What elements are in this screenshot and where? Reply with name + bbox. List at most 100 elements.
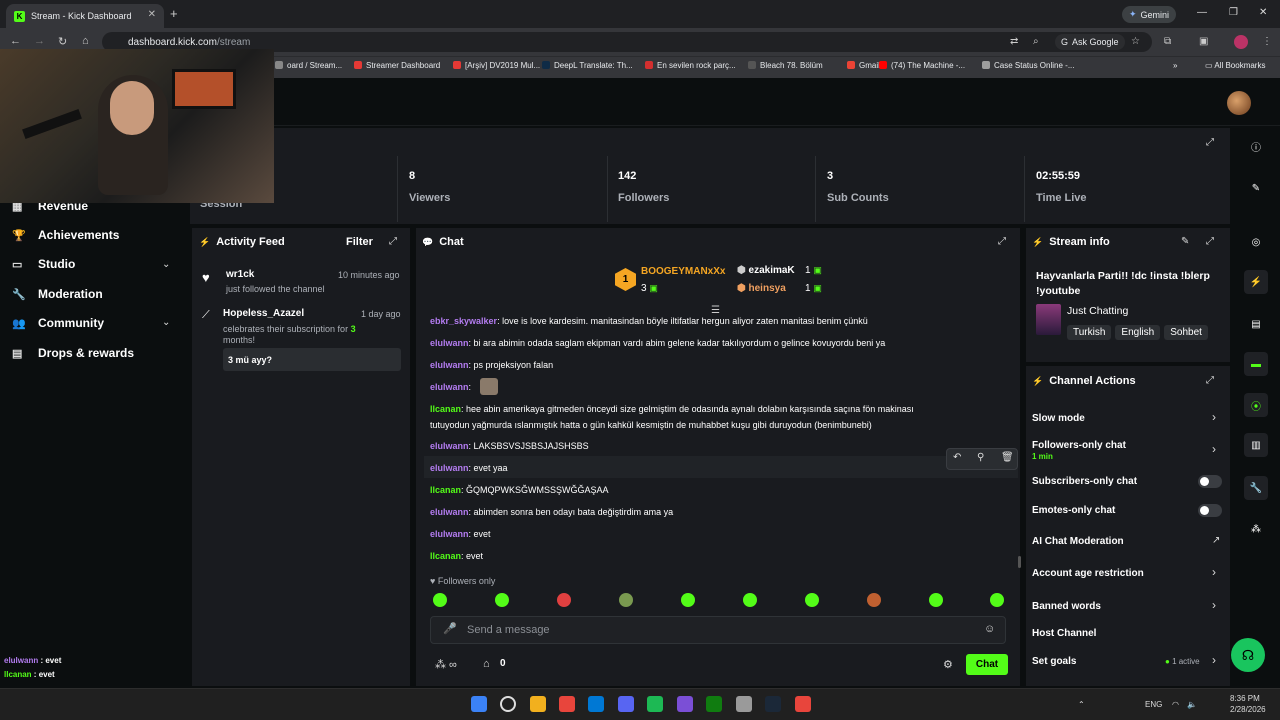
chat-username[interactable]: elulwann: [430, 382, 469, 392]
chat-username[interactable]: elulwann: [430, 338, 469, 348]
info-icon[interactable]: ⓘ: [1244, 134, 1268, 158]
volume-icon[interactable]: 🔈: [1187, 700, 1197, 709]
channel-actions-expand-icon[interactable]: ⤢: [1206, 375, 1214, 386]
chat-message[interactable]: ebkr_skywalker: love is love kardesim. m…: [430, 316, 868, 326]
minimize-icon[interactable]: —: [1197, 7, 1207, 18]
emote-icon[interactable]: [681, 593, 695, 607]
emote-icon[interactable]: [867, 593, 881, 607]
bookmark-item[interactable]: Gmail: [847, 61, 880, 70]
chat-message[interactable]: elulwann:: [430, 382, 471, 392]
sidebar-item-achievements[interactable]: 🏆 Achievements: [12, 228, 119, 242]
store-icon[interactable]: ⌂: [483, 658, 490, 670]
bookmark-item[interactable]: Streamer Dashboard: [354, 61, 440, 70]
stream-tag[interactable]: Sohbet: [1164, 325, 1208, 340]
sidebar-item-moderation[interactable]: 🔧 Moderation: [12, 287, 103, 301]
chat-message[interactable]: llcanan: ĞQMQPWKSĞWMSSŞWĞĞAŞAA: [430, 485, 609, 495]
chat-message[interactable]: elulwann: ps projeksiyon falan: [430, 360, 553, 370]
edit-stream-info-icon[interactable]: ✎: [1181, 236, 1189, 247]
host-channel-action[interactable]: Host Channel: [1032, 628, 1096, 639]
chat-expand-icon[interactable]: ⤢: [998, 236, 1006, 247]
delete-icon[interactable]: 🗑: [1001, 452, 1014, 463]
steam-icon[interactable]: [765, 696, 781, 712]
browser-tab[interactable]: K Stream - Kick Dashboard ✕: [6, 4, 164, 28]
emote-icon[interactable]: [433, 593, 447, 607]
sidebar-item-studio[interactable]: ▭ Studio: [12, 257, 75, 271]
chat-rail-icon[interactable]: ▬: [1244, 352, 1268, 376]
emotes-only-toggle[interactable]: [1198, 504, 1222, 517]
chat-input[interactable]: Send a message: [430, 616, 1006, 644]
search-icon[interactable]: [500, 696, 516, 712]
chevron-right-icon[interactable]: ›: [1212, 442, 1216, 456]
chat-scrollbar[interactable]: [1018, 556, 1021, 568]
community-chevron-down-icon[interactable]: ⌄: [162, 317, 170, 328]
chevron-right-icon[interactable]: ›: [1212, 653, 1216, 667]
chat-settings-icon[interactable]: ⚙: [943, 658, 953, 671]
bookmark-item[interactable]: oard / Stream...: [275, 61, 342, 70]
chat-message[interactable]: elulwann: evet: [430, 529, 491, 539]
chat-username[interactable]: elulwann: [430, 463, 469, 473]
emote-icon[interactable]: [990, 593, 1004, 607]
chrome-icon[interactable]: [559, 696, 575, 712]
clock-time[interactable]: 8:36 PM: [1230, 694, 1260, 703]
wrench-rail-icon[interactable]: 🔧: [1244, 476, 1268, 500]
chat-message[interactable]: llcanan: hee abin amerikaya gitmeden önc…: [430, 404, 914, 414]
pencil-icon[interactable]: ✎: [1244, 176, 1268, 200]
points-icon[interactable]: ⁂ ∞: [435, 658, 457, 671]
filter-button[interactable]: Filter: [346, 236, 373, 248]
profile-icon[interactable]: [1234, 35, 1248, 49]
emote-icon[interactable]: [495, 593, 509, 607]
store-icon[interactable]: [588, 696, 604, 712]
chat-username[interactable]: ebkr_skywalker: [430, 316, 497, 326]
chat-message[interactable]: elulwann: bi ara abimin odada saglam eki…: [430, 338, 885, 348]
chevron-right-icon[interactable]: ›: [1212, 598, 1216, 612]
slow-mode-action[interactable]: Slow mode: [1032, 413, 1085, 424]
chevron-right-icon[interactable]: ›: [1212, 410, 1216, 424]
bookmark-item[interactable]: [Arşiv] DV2019 Mul...: [453, 61, 540, 70]
chat-message[interactable]: elulwann: abimden sonra ben odayı bata d…: [430, 507, 673, 517]
category-name[interactable]: Just Chatting: [1067, 305, 1128, 317]
collapse-pinned-icon[interactable]: ☰: [711, 305, 720, 316]
subscribers-only-toggle[interactable]: [1198, 475, 1222, 488]
chat-username[interactable]: elulwann: [430, 507, 469, 517]
bookmark-item[interactable]: (74) The Machine -...: [879, 61, 965, 70]
xbox-icon[interactable]: [706, 696, 722, 712]
ask-google-button[interactable]: G Ask Google: [1055, 34, 1125, 50]
followers-only-action[interactable]: Followers-only chat: [1032, 440, 1126, 451]
stats-expand-icon[interactable]: ⤢: [1206, 137, 1214, 148]
stream-info-expand-icon[interactable]: ⤢: [1206, 236, 1214, 247]
sidebar-item-community[interactable]: 👥 Community: [12, 316, 104, 330]
chat-username[interactable]: llcanan: [430, 404, 461, 414]
app-icon[interactable]: [736, 696, 752, 712]
chrome-icon[interactable]: [795, 696, 811, 712]
all-bookmarks[interactable]: ▭ All Bookmarks: [1205, 61, 1265, 70]
language-indicator[interactable]: ENG: [1145, 700, 1162, 709]
bolt-rail-icon[interactable]: ⚡: [1244, 270, 1268, 294]
new-tab-icon[interactable]: +: [170, 6, 178, 21]
gemini-button[interactable]: ✦ Gemini: [1122, 6, 1176, 23]
pin-icon[interactable]: ⚲: [977, 452, 984, 463]
chat-message[interactable]: tutuyodun yağmurda ıslanmıştık hatta o g…: [430, 420, 872, 430]
zoom-icon[interactable]: ⌕: [1033, 36, 1039, 47]
stream-tag[interactable]: Turkish: [1067, 325, 1112, 340]
menu-icon[interactable]: ⋮: [1262, 36, 1272, 47]
chat-username[interactable]: elulwann: [430, 360, 469, 370]
gift-leader-1[interactable]: BOOGEYMANxXx: [641, 266, 725, 277]
chat-username[interactable]: elulwann: [430, 529, 469, 539]
home-icon[interactable]: ⌂: [82, 35, 89, 47]
start-icon[interactable]: [471, 696, 487, 712]
translate-icon[interactable]: ⇄: [1010, 36, 1018, 47]
emoji-icon[interactable]: ☺: [984, 623, 995, 635]
chat-username[interactable]: llcanan: [430, 551, 461, 561]
side-panel-icon[interactable]: ▣: [1199, 36, 1208, 47]
send-chat-button[interactable]: Chat: [966, 654, 1008, 675]
notes-icon[interactable]: ▤: [1244, 312, 1268, 336]
chat-username[interactable]: elulwann: [430, 441, 469, 451]
bookmark-item[interactable]: Bleach 78. Bölüm: [748, 61, 823, 70]
bookmark-item[interactable]: Case Status Online -...: [982, 61, 1074, 70]
discord-icon[interactable]: [618, 696, 634, 712]
emote-icon[interactable]: [557, 593, 571, 607]
activity-user[interactable]: Hopeless_Azazel: [223, 308, 304, 319]
bookmark-item[interactable]: DeepL Translate: Th...: [542, 61, 633, 70]
external-link-icon[interactable]: ↗: [1212, 535, 1220, 546]
app-icon[interactable]: [677, 696, 693, 712]
